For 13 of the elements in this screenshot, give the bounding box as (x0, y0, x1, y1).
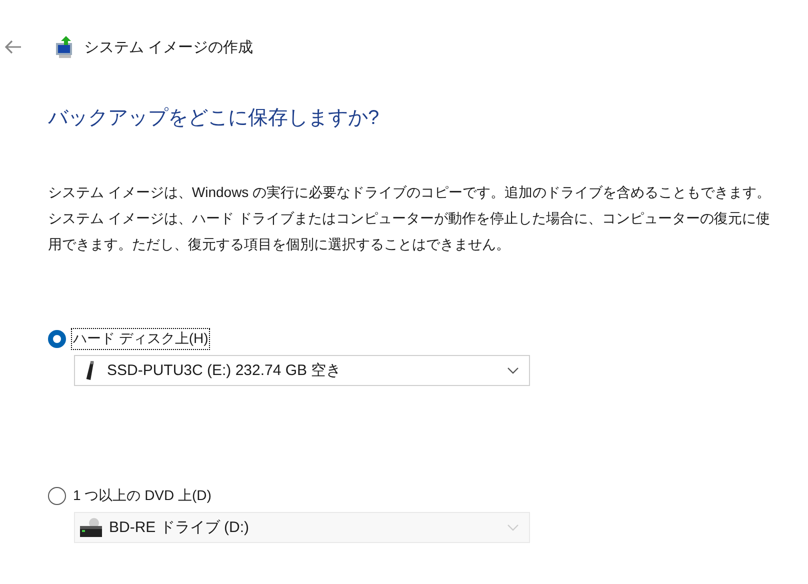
description-text: システム イメージは、Windows の実行に必要なドライブのコピーです。追加のドライブを含めることもできます。システム イメージは、ハード ドライブまたはコンピューターが動作を停止した場合に、コンピューターの復元に使用できます。ただし、復元する項目を個別に選択することはできません。 (48, 183, 772, 254)
radio-label[interactable]: 1 つ以上の DVD 上(D) (72, 486, 212, 506)
chevron-down-icon (507, 524, 519, 531)
window-title: システム イメージの作成 (84, 38, 254, 56)
radio-label[interactable]: ハード ディスク上(H) (72, 329, 210, 349)
radio-button[interactable] (48, 330, 66, 348)
usb-drive-icon (86, 361, 94, 380)
chevron-down-icon (507, 367, 519, 374)
radio-button[interactable] (48, 487, 66, 505)
drive-dropdown[interactable]: SSD-PUTU3C (E:) 232.74 GB 空き (74, 355, 530, 386)
page-heading: バックアップをどこに保存しますか? (48, 106, 380, 131)
disc-drive-icon (79, 516, 103, 538)
back-arrow-icon[interactable] (4, 40, 22, 54)
